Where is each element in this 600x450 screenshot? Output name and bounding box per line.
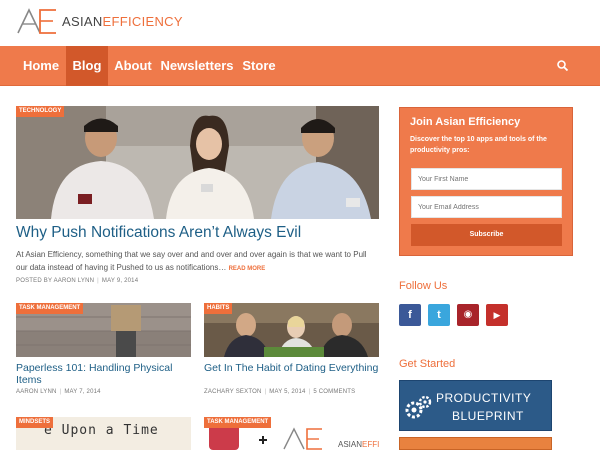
- post-date: MAY 9, 2014: [101, 278, 139, 284]
- blueprint-line-2: BLUEPRINT: [452, 409, 524, 423]
- post-category-tag[interactable]: TECHNOLOGY: [16, 106, 65, 117]
- thumb-logo-text: ASIANEFFI: [338, 440, 379, 449]
- newsletter-signup-box: Join Asian Efficiency Discover the top 1…: [399, 107, 573, 256]
- featured-image[interactable]: TECHNOLOGY: [16, 106, 379, 219]
- post-meta: ZACHARY SEXTON | MAY 5, 2014 | 5 COMMENTS: [204, 389, 356, 395]
- nav-blog[interactable]: Blog: [66, 46, 108, 86]
- thumb-text: e Upon a Time: [44, 423, 159, 438]
- facebook-icon[interactable]: f: [399, 304, 421, 326]
- post-thumbnail[interactable]: TASK MANAGEMENT: [16, 303, 191, 357]
- post-category-tag[interactable]: MINDSETS: [16, 417, 54, 428]
- follow-us-heading: Follow Us: [399, 280, 448, 292]
- productivity-blueprint-banner[interactable]: PRODUCTIVITY BLUEPRINT: [399, 380, 552, 431]
- promo-banner[interactable]: [399, 437, 552, 450]
- post-category-tag[interactable]: TASK MANAGEMENT: [16, 303, 84, 314]
- post-title[interactable]: Paperless 101: Handling Physical Items: [16, 362, 191, 386]
- post-thumbnail[interactable]: e Upon a Time MINDSETS: [16, 417, 191, 450]
- post-author[interactable]: AARON LYNN: [16, 389, 57, 395]
- post-category-tag[interactable]: HABITS: [204, 303, 233, 314]
- featured-meta: POSTED BY AARON LYNN | MAY 9, 2014: [16, 278, 139, 284]
- post-author[interactable]: ZACHARY SEXTON: [204, 389, 261, 395]
- signup-title: Join Asian Efficiency: [410, 116, 521, 128]
- featured-photo: [16, 106, 379, 219]
- blueprint-line-1: PRODUCTIVITY: [436, 391, 532, 405]
- subscribe-button[interactable]: Subscribe: [411, 224, 562, 246]
- main-nav: Home Blog About Newsletters Store: [0, 46, 600, 86]
- twitter-icon[interactable]: t: [428, 304, 450, 326]
- nav-about[interactable]: About: [108, 46, 158, 86]
- first-name-field[interactable]: [411, 168, 562, 190]
- read-more-link[interactable]: READ MORE: [229, 266, 266, 272]
- post-category-tag[interactable]: TASK MANAGEMENT: [204, 417, 272, 428]
- post-date: MAY 5, 2014: [269, 389, 306, 395]
- post-meta: AARON LYNN | MAY 7, 2014: [16, 389, 101, 395]
- search-icon[interactable]: [556, 59, 570, 73]
- post-thumbnail[interactable]: ASIANEFFI TASK MANAGEMENT: [204, 417, 379, 450]
- gears-icon: [405, 395, 432, 419]
- site-header: ASIANEFFICIENCY: [0, 0, 600, 46]
- nav-store[interactable]: Store: [238, 46, 280, 86]
- post-date: MAY 7, 2014: [64, 389, 101, 395]
- site-logo[interactable]: ASIANEFFICIENCY: [16, 6, 183, 36]
- post-author[interactable]: POSTED BY AARON LYNN: [16, 278, 94, 284]
- signup-description: Discover the top 10 apps and tools of th…: [410, 136, 547, 154]
- logo-mark-icon: [17, 8, 56, 34]
- featured-post-title[interactable]: Why Push Notifications Aren’t Always Evi…: [16, 224, 301, 242]
- rss-icon[interactable]: ◉: [457, 304, 479, 326]
- youtube-icon[interactable]: ▶: [486, 304, 508, 326]
- email-field[interactable]: [411, 196, 562, 218]
- nav-home[interactable]: Home: [16, 46, 66, 86]
- post-comments-link[interactable]: 5 COMMENTS: [313, 389, 355, 395]
- post-title[interactable]: Get In The Habit of Dating Everything: [204, 362, 379, 374]
- nav-newsletters[interactable]: Newsletters: [160, 46, 234, 86]
- get-started-heading: Get Started: [399, 358, 456, 370]
- logo-text: ASIANEFFICIENCY: [62, 13, 183, 29]
- featured-excerpt: At Asian Efficiency, something that we s…: [16, 248, 378, 276]
- post-thumbnail[interactable]: HABITS: [204, 303, 379, 357]
- excerpt-text: At Asian Efficiency, something that we s…: [16, 250, 367, 272]
